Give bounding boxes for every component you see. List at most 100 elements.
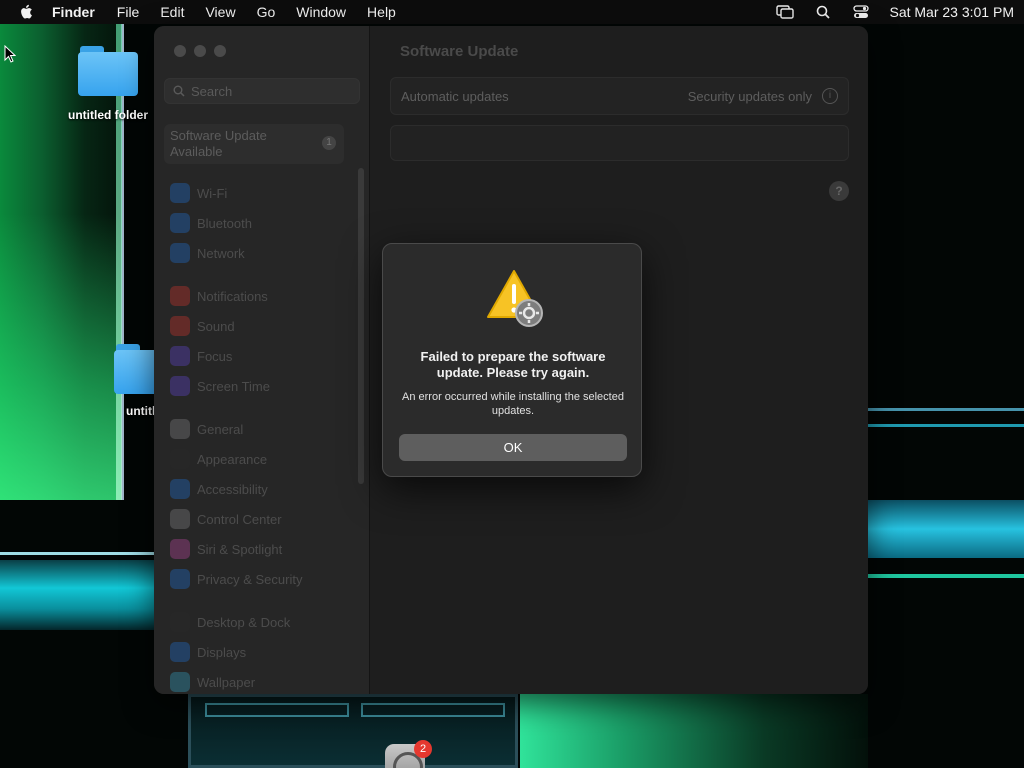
wallpaper-frame bbox=[188, 694, 518, 768]
mouse-cursor-icon bbox=[4, 45, 16, 63]
alert-title: Failed to prepare the software update. P… bbox=[420, 349, 606, 380]
menu-edit[interactable]: Edit bbox=[160, 4, 184, 20]
sidebar-item-label: Wi-Fi bbox=[197, 185, 228, 201]
window-controls bbox=[174, 45, 226, 57]
info-icon[interactable]: i bbox=[822, 88, 838, 104]
focus-icon bbox=[170, 346, 190, 366]
menu-file[interactable]: File bbox=[117, 4, 140, 20]
menu-view[interactable]: View bbox=[205, 4, 235, 20]
sidebar-item-label: Siri & Spotlight bbox=[197, 541, 283, 557]
wallpaper-line bbox=[868, 574, 1024, 578]
dock-notification-badge: 2 bbox=[414, 740, 432, 758]
sidebar-item-software-update-available[interactable]: Software Update Available 1 bbox=[164, 124, 344, 164]
sidebar-item-label: Control Center bbox=[197, 511, 282, 527]
update-available-label-line2: Available bbox=[170, 144, 223, 159]
error-alert-dialog: Failed to prepare the software update. P… bbox=[382, 243, 642, 477]
sidebar-item-label: Wallpaper bbox=[197, 674, 256, 690]
sidebar-item-label: Sound bbox=[197, 318, 235, 334]
desktop-dock-icon bbox=[170, 612, 190, 632]
sidebar-item-label: Privacy & Security bbox=[197, 571, 303, 587]
sidebar-item-label: Displays bbox=[197, 644, 247, 660]
menu-help[interactable]: Help bbox=[367, 4, 396, 20]
sidebar-item-notifications[interactable]: Notifications bbox=[170, 285, 268, 307]
sidebar-scrollbar[interactable] bbox=[358, 168, 364, 484]
appearance-icon bbox=[170, 449, 190, 469]
sidebar-item-desktop-dock[interactable]: Desktop & Dock bbox=[170, 611, 290, 633]
sound-icon bbox=[170, 316, 190, 336]
sidebar-item-label: Focus bbox=[197, 348, 233, 364]
settings-search-field[interactable]: Search bbox=[164, 78, 360, 104]
menu-bar: Finder File Edit View Go Window Help Sat… bbox=[0, 0, 1024, 24]
wallpaper-line bbox=[0, 552, 160, 555]
sidebar-item-control-center[interactable]: Control Center bbox=[170, 508, 282, 530]
sidebar-item-label: Accessibility bbox=[197, 481, 268, 497]
folder-icon bbox=[78, 46, 138, 96]
sidebar-item-sound[interactable]: Sound bbox=[170, 315, 235, 337]
wallpaper-band-left bbox=[0, 560, 160, 630]
wallpaper-band-right bbox=[868, 500, 1024, 558]
automatic-updates-row[interactable]: Automatic updates Security updates only … bbox=[390, 77, 849, 115]
sidebar-item-wallpaper[interactable]: Wallpaper bbox=[170, 671, 255, 693]
update-status-row bbox=[390, 125, 849, 161]
update-available-label-line1: Software Update bbox=[170, 128, 267, 143]
sidebar-item-label: Desktop & Dock bbox=[197, 614, 291, 630]
screen-mirroring-icon[interactable] bbox=[775, 3, 795, 21]
privacy-security-icon bbox=[170, 569, 190, 589]
bluetooth-icon bbox=[170, 213, 190, 233]
zoom-window-button[interactable] bbox=[214, 45, 226, 57]
menu-go[interactable]: Go bbox=[257, 4, 276, 20]
wallpaper-line bbox=[868, 424, 1024, 427]
help-button[interactable]: ? bbox=[829, 181, 849, 201]
menu-bar-extras: Sat Mar 23 3:01 PM bbox=[775, 3, 1014, 21]
alert-message: An error occurred while installing the s… bbox=[402, 391, 624, 417]
sidebar-item-label: Appearance bbox=[197, 451, 268, 467]
automatic-updates-value: Security updates only bbox=[687, 88, 812, 104]
siri-spotlight-icon bbox=[170, 539, 190, 559]
desktop-folder-label: untitled folder bbox=[68, 108, 148, 122]
automatic-updates-label: Automatic updates bbox=[401, 88, 509, 104]
network-icon bbox=[170, 243, 190, 263]
ok-button[interactable]: OK bbox=[399, 434, 627, 461]
close-window-button[interactable] bbox=[174, 45, 186, 57]
sidebar-item-label: Screen Time bbox=[197, 378, 270, 394]
settings-sidebar: Search Software Update Available 1 Wi-Fi… bbox=[154, 26, 370, 694]
search-icon bbox=[173, 85, 185, 97]
sidebar-item-displays[interactable]: Displays bbox=[170, 641, 246, 663]
sidebar-item-label: Notifications bbox=[197, 288, 268, 304]
sidebar-item-label: General bbox=[197, 421, 244, 437]
minimize-window-button[interactable] bbox=[194, 45, 206, 57]
sidebar-item-siri-spotlight[interactable]: Siri & Spotlight bbox=[170, 538, 282, 560]
warning-icon bbox=[487, 270, 543, 327]
screen-time-icon bbox=[170, 376, 190, 396]
sidebar-item-accessibility[interactable]: Accessibility bbox=[170, 478, 268, 500]
sidebar-item-network[interactable]: Network bbox=[170, 242, 245, 264]
sidebar-item-label: Bluetooth bbox=[197, 215, 252, 231]
wallpaper-line bbox=[868, 408, 1024, 411]
sidebar-item-bluetooth[interactable]: Bluetooth bbox=[170, 212, 252, 234]
update-count-badge: 1 bbox=[322, 136, 336, 150]
wi-fi-icon bbox=[170, 183, 190, 203]
sidebar-item-privacy-security[interactable]: Privacy & Security bbox=[170, 568, 302, 590]
menu-window[interactable]: Window bbox=[296, 4, 346, 20]
menu-app-name[interactable]: Finder bbox=[52, 4, 95, 20]
pane-title: Software Update bbox=[400, 43, 519, 60]
sidebar-item-appearance[interactable]: Appearance bbox=[170, 448, 267, 470]
sidebar-item-label: Network bbox=[197, 245, 245, 261]
wallpaper-icon bbox=[170, 672, 190, 692]
search-placeholder: Search bbox=[191, 83, 233, 99]
wallpaper-glow bbox=[520, 694, 868, 768]
notifications-icon bbox=[170, 286, 190, 306]
control-center-icon[interactable] bbox=[851, 3, 871, 21]
desktop-folder-untitled[interactable]: untitled folder bbox=[68, 46, 148, 122]
sidebar-item-wi-fi[interactable]: Wi-Fi bbox=[170, 182, 227, 204]
accessibility-icon bbox=[170, 479, 190, 499]
displays-icon bbox=[170, 642, 190, 662]
sidebar-item-screen-time[interactable]: Screen Time bbox=[170, 375, 270, 397]
menu-bar-clock[interactable]: Sat Mar 23 3:01 PM bbox=[889, 4, 1014, 20]
apple-menu-icon[interactable] bbox=[18, 4, 34, 20]
control-center-icon bbox=[170, 509, 190, 529]
spotlight-search-icon[interactable] bbox=[813, 3, 833, 21]
sidebar-item-focus[interactable]: Focus bbox=[170, 345, 232, 367]
general-icon bbox=[170, 419, 190, 439]
sidebar-item-general[interactable]: General bbox=[170, 418, 243, 440]
